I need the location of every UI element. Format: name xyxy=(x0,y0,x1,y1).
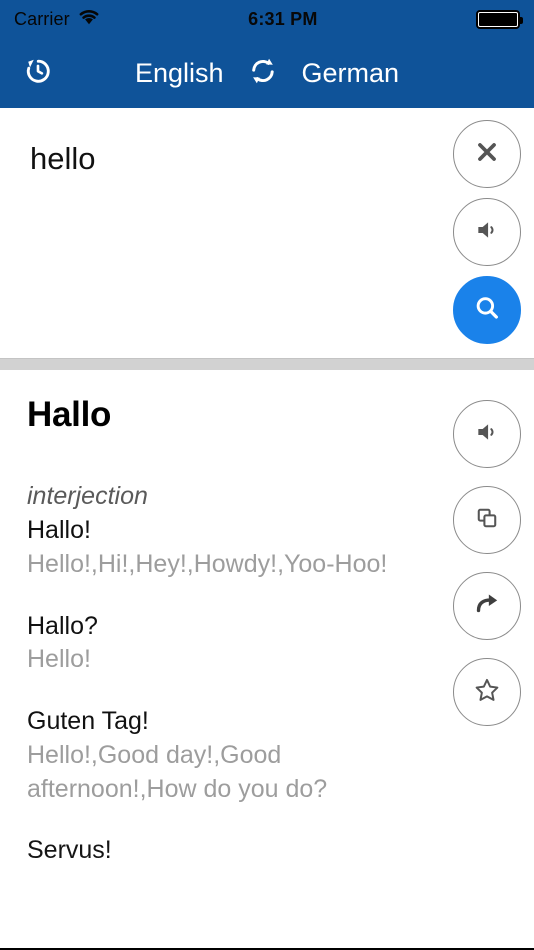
wifi-icon xyxy=(78,8,100,30)
entry-list: interjection Hallo! Hello!,Hi!,Hey!,Howd… xyxy=(27,480,405,896)
result-action-buttons xyxy=(453,400,521,726)
entry-gloss: Hello!,Good day!,Good afternoon!,How do … xyxy=(27,740,328,803)
entry-item: Guten Tag! Hello!,Good day!,Good afterno… xyxy=(27,705,405,806)
status-bar-right xyxy=(476,9,523,29)
clear-button[interactable] xyxy=(453,120,521,188)
entry-gloss: Hello! xyxy=(27,645,91,674)
panel-divider xyxy=(0,358,534,370)
close-icon xyxy=(474,139,500,170)
status-bar-left: Carrier xyxy=(14,8,100,30)
swap-languages-icon xyxy=(248,56,278,91)
copy-icon xyxy=(474,505,500,536)
entry-term: Servus! xyxy=(27,836,112,865)
navigation-bar: English German xyxy=(0,38,534,108)
carrier-label: Carrier xyxy=(14,9,70,29)
entry-item: interjection Hallo! Hello!,Hi!,Hey!,Howd… xyxy=(27,480,405,582)
history-button[interactable] xyxy=(14,49,62,97)
favorite-button[interactable] xyxy=(453,658,521,726)
speaker-icon xyxy=(474,217,500,248)
translation-app-screen: Carrier 6:31 PM .status-carrier{} /* cla… xyxy=(0,0,534,950)
entry-gloss: Hello!,Hi!,Hey!,Howdy!,Yoo-Hoo! xyxy=(27,549,388,578)
share-button[interactable] xyxy=(453,572,521,640)
part-of-speech-label: interjection xyxy=(27,482,148,510)
entry-item: Servus! xyxy=(27,834,405,868)
share-icon xyxy=(474,590,501,622)
star-icon xyxy=(473,676,501,709)
speak-source-button[interactable] xyxy=(453,198,521,266)
entry-term: Hallo? xyxy=(27,611,98,640)
status-bar-clock: 6:31 PM xyxy=(248,8,318,29)
speaker-icon xyxy=(474,419,500,450)
result-headword: Hallo xyxy=(27,395,112,434)
source-text-input[interactable]: hello xyxy=(30,140,424,177)
entry-term: Hallo! xyxy=(27,516,91,544)
speak-result-button[interactable] xyxy=(453,400,521,468)
search-icon xyxy=(473,294,501,327)
swap-languages-button[interactable] xyxy=(246,56,280,90)
translation-result-panel: Hallo interjection Hallo! Hello!,Hi!,Hey… xyxy=(0,370,534,948)
status-bar: Carrier 6:31 PM xyxy=(0,0,534,38)
history-icon xyxy=(23,56,53,91)
entry-term: Guten Tag! xyxy=(27,707,149,735)
source-text-panel: hello xyxy=(0,108,534,358)
source-action-buttons xyxy=(453,120,521,344)
source-language-button[interactable]: English xyxy=(135,59,224,87)
battery-full-icon xyxy=(476,9,523,29)
language-selector: English German xyxy=(135,56,399,90)
copy-button[interactable] xyxy=(453,486,521,554)
entry-item: Hallo? Hello! xyxy=(27,610,405,678)
search-button[interactable] xyxy=(453,276,521,344)
target-language-button[interactable]: German xyxy=(302,59,400,87)
